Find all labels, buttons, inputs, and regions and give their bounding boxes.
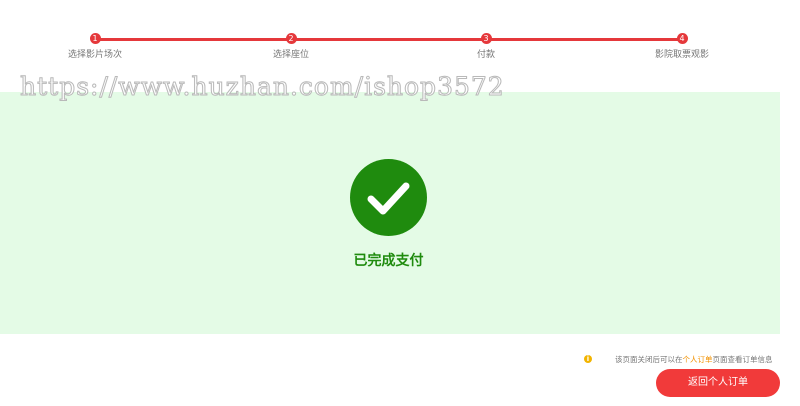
progress-line	[95, 38, 682, 41]
progress-steps: 1 选择影片场次 2 选择座位 3 付款 4 影院取票观影	[0, 0, 800, 70]
success-panel: 已完成支付	[0, 92, 780, 334]
step-pickup-ticket: 4 影院取票观影	[627, 33, 737, 60]
step-number-badge: 3	[480, 33, 492, 44]
payment-complete-text: 已完成支付	[353, 253, 424, 269]
step-label: 选择影片场次	[67, 50, 122, 60]
step-label: 付款	[476, 50, 495, 60]
step-number-badge: 4	[676, 33, 688, 44]
return-to-orders-button[interactable]: 返回个人订单	[656, 369, 780, 397]
notice-suffix: 页面查看订单信息	[712, 355, 773, 364]
step-number-badge: 1	[89, 33, 101, 44]
notice-prefix: 该页面关闭后可以在	[615, 355, 683, 364]
step-select-showtime: 1 选择影片场次	[40, 33, 150, 60]
personal-orders-link[interactable]: 个人订单	[683, 355, 713, 364]
step-payment: 3 付款	[431, 33, 541, 60]
info-icon: i	[584, 355, 592, 363]
step-select-seat: 2 选择座位	[236, 33, 346, 60]
notice-text: 该页面关闭后可以在个人订单页面查看订单信息	[615, 354, 773, 365]
checkmark-icon	[350, 159, 427, 236]
step-label: 影院取票观影	[654, 50, 709, 60]
watermark-text: https://www.huzhan.com/ishop3572	[20, 72, 505, 102]
step-label: 选择座位	[272, 50, 309, 60]
notice: i 该页面关闭后可以在个人订单页面查看订单信息	[584, 354, 784, 366]
step-number-badge: 2	[285, 33, 297, 44]
